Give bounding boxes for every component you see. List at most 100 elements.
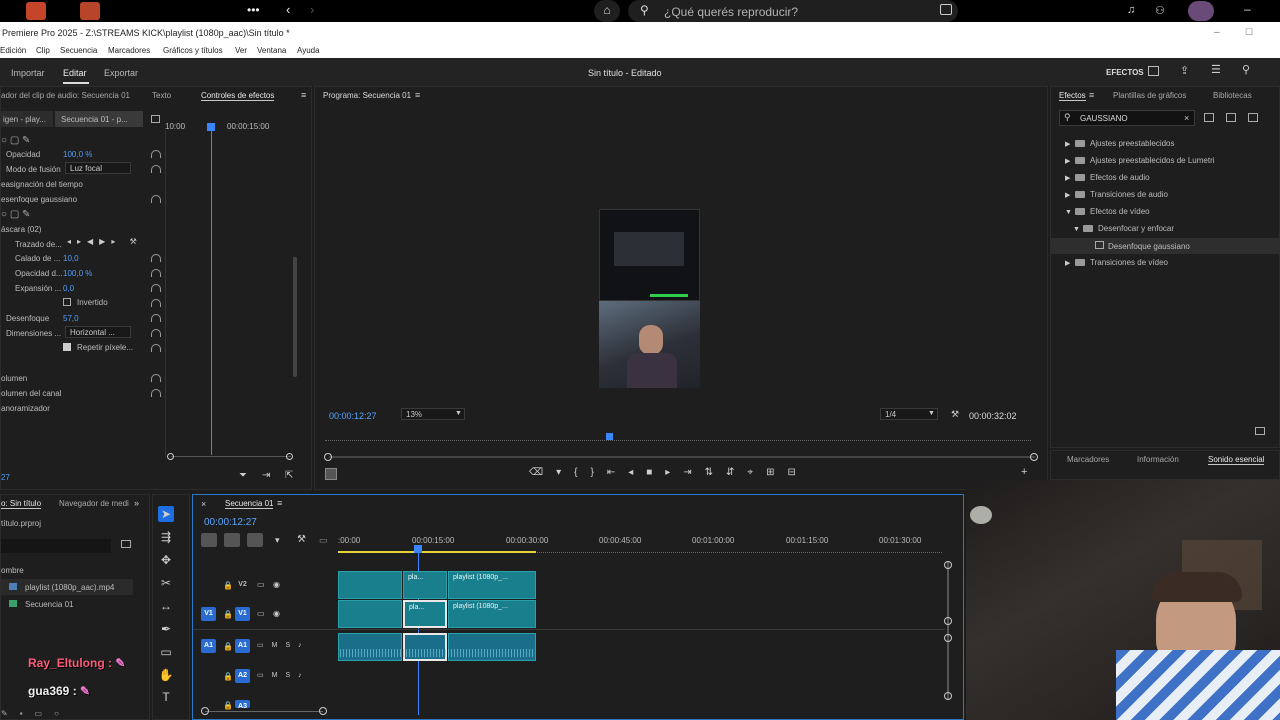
minimize-icon[interactable]: –: [1214, 27, 1220, 38]
linked-icon[interactable]: [247, 533, 263, 547]
lock-icon[interactable]: 🔒: [223, 701, 233, 710]
pen-tool-icon[interactable]: ✒: [158, 621, 174, 637]
reset-icon[interactable]: [151, 269, 161, 277]
accelerated-icon[interactable]: [1204, 113, 1214, 122]
share-icon[interactable]: ⇪: [1180, 64, 1189, 77]
scroll-handle[interactable]: [944, 561, 952, 569]
selection-tool-icon[interactable]: ➤: [158, 506, 174, 522]
tab-efectos[interactable]: Efectos: [1059, 91, 1086, 101]
reset-icon[interactable]: [151, 299, 161, 307]
tree-item[interactable]: ▼ Desenfocar y enfocar: [1073, 224, 1174, 233]
slip-tool-icon[interactable]: ↔: [158, 598, 174, 614]
scroll-handle[interactable]: [1030, 453, 1038, 461]
tree-item-selected[interactable]: Desenfoque gaussiano: [1051, 238, 1280, 254]
reset-icon[interactable]: [151, 165, 161, 173]
track-v2[interactable]: V2: [235, 578, 250, 592]
vertical-scrollbar[interactable]: [947, 561, 949, 699]
tab-effect-controls[interactable]: Controles de efectos: [201, 91, 275, 101]
lock-icon[interactable]: 🔒: [223, 581, 233, 590]
scroll-handle[interactable]: [944, 634, 952, 642]
tab-sequence[interactable]: Secuencia 01: [225, 499, 274, 509]
tab-editar[interactable]: Editar: [63, 68, 87, 78]
snap-icon[interactable]: ⇱: [285, 470, 293, 481]
scroll-handle[interactable]: [944, 617, 952, 625]
program-ruler[interactable]: [325, 433, 1031, 441]
menu-clip[interactable]: Clip: [36, 46, 50, 55]
reset-icon[interactable]: [151, 195, 161, 203]
close-icon[interactable]: ×: [201, 499, 206, 509]
project-item[interactable]: playlist (1080p_aac).mp4: [1, 579, 133, 595]
wrench-icon[interactable]: ⚒: [297, 534, 306, 545]
new-folder-icon[interactable]: [1255, 427, 1265, 435]
lock-icon[interactable]: 🔒: [223, 610, 233, 619]
snap-icon[interactable]: [224, 533, 240, 547]
tree-item[interactable]: ▶ Efectos de audio: [1065, 173, 1150, 182]
yuv-icon[interactable]: [1248, 113, 1258, 122]
scrollbar[interactable]: [293, 257, 297, 377]
tab-bibliotecas[interactable]: Bibliotecas: [1213, 91, 1252, 100]
tab-plantillas[interactable]: Plantillas de gráficos: [1113, 91, 1186, 100]
reset-icon[interactable]: [151, 344, 161, 352]
minimize-icon[interactable]: –: [1244, 2, 1251, 16]
clip[interactable]: playlist (1080p_...: [448, 600, 536, 628]
clear-icon[interactable]: ×: [1184, 113, 1189, 123]
track-a2[interactable]: A2: [235, 669, 250, 683]
filter-icon[interactable]: ⏷: [239, 470, 247, 481]
track-controls[interactable]: ▭MS♪: [257, 671, 310, 679]
toggle-icon[interactable]: [151, 115, 160, 123]
menu-ventana[interactable]: Ventana: [257, 46, 286, 55]
tree-item[interactable]: ▶ Ajustes preestablecidos: [1065, 139, 1175, 148]
browse-icon[interactable]: [940, 4, 952, 15]
menu-edicion[interactable]: Edición: [0, 46, 26, 55]
track-select-tool-icon[interactable]: ⇶: [158, 529, 174, 545]
menu-ayuda[interactable]: Ayuda: [297, 46, 320, 55]
horizontal-scrollbar[interactable]: [205, 711, 323, 712]
tree-item[interactable]: ▶ Ajustes preestablecidos de Lumetri: [1065, 156, 1215, 165]
value-expansion[interactable]: 0,0: [63, 284, 74, 293]
reset-icon[interactable]: [151, 254, 161, 262]
reset-icon[interactable]: [151, 314, 161, 322]
playhead-icon[interactable]: [207, 123, 215, 131]
tree-item[interactable]: ▶ Transiciones de audio: [1065, 190, 1168, 199]
source-a1[interactable]: A1: [201, 639, 216, 653]
back-icon[interactable]: ‹: [286, 2, 290, 17]
clip[interactable]: [338, 571, 402, 599]
playhead-icon[interactable]: [414, 545, 422, 553]
clip-selected[interactable]: pla...: [403, 600, 447, 628]
project-search[interactable]: [1, 539, 111, 553]
tab-project[interactable]: o: Sin título: [1, 499, 42, 509]
dimensions-dropdown[interactable]: Horizontal ...: [65, 326, 131, 338]
program-timecode[interactable]: 00:00:12:27: [329, 411, 377, 421]
project-footer[interactable]: ✎▪▭○: [1, 709, 151, 720]
tab-exportar[interactable]: Exportar: [104, 68, 138, 78]
lock-icon[interactable]: 🔒: [223, 672, 233, 681]
tab-sonido-esencial[interactable]: Sonido esencial: [1208, 455, 1265, 465]
panel-menu-icon[interactable]: ≡: [415, 90, 420, 100]
wrench-icon[interactable]: ⚒: [951, 409, 959, 420]
clip[interactable]: playlist (1080p_...: [448, 571, 536, 599]
razor-tool-icon[interactable]: ✂: [158, 575, 174, 591]
reset-icon[interactable]: [151, 374, 161, 382]
search-input[interactable]: ⚲ ¿Qué querés reproducir?: [628, 0, 958, 22]
settings-icon[interactable]: [325, 468, 337, 480]
clip[interactable]: [338, 600, 402, 628]
value-opacidad[interactable]: 100,0 %: [63, 150, 92, 159]
track-a3[interactable]: A3: [235, 700, 250, 710]
effects-search[interactable]: ⚲ GAUSSIANO ×: [1059, 110, 1195, 126]
track-a1[interactable]: A1: [235, 639, 250, 653]
tab-audio-clip-mixer[interactable]: ador del clip de audio: Secuencia 01: [1, 91, 130, 100]
add-button-icon[interactable]: +: [1021, 466, 1027, 478]
value-mask-opacity[interactable]: 100,0 %: [63, 269, 92, 278]
reset-icon[interactable]: [151, 150, 161, 158]
tab-text[interactable]: Texto: [152, 91, 171, 100]
panel-menu-icon[interactable]: ≡: [301, 90, 306, 100]
keyframe-area[interactable]: [165, 131, 293, 457]
export-icon[interactable]: ⇥: [262, 470, 270, 481]
tab-informacion[interactable]: Información: [1137, 455, 1179, 464]
reset-icon[interactable]: [151, 284, 161, 292]
work-area-bar[interactable]: [338, 551, 536, 553]
project-item[interactable]: Secuencia 01: [1, 596, 133, 612]
clip[interactable]: pla...: [403, 571, 447, 599]
ripple-tool-icon[interactable]: ✥: [158, 552, 174, 568]
hand-tool-icon[interactable]: ✋: [158, 667, 174, 683]
